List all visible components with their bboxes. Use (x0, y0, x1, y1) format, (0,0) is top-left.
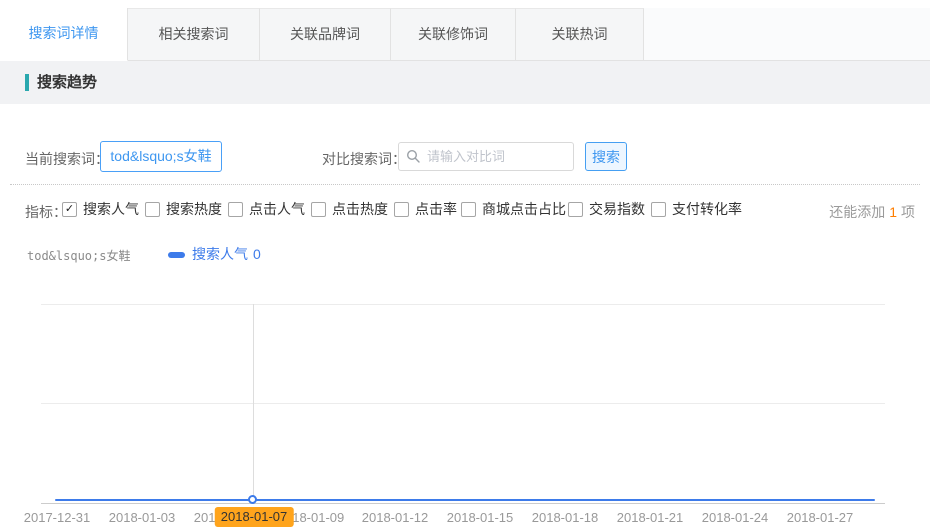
legend-keyword: tod&lsquo;s女鞋 (27, 247, 130, 264)
divider-dotted (10, 184, 920, 185)
tab-label: 关联品牌词 (290, 26, 360, 42)
legend-series-value: 0 (253, 246, 261, 262)
remaining-note: 还能添加1项 (829, 202, 915, 222)
metric-click-rate[interactable]: 点击率 (394, 200, 457, 218)
metric-click-heat[interactable]: 点击热度 (311, 200, 388, 218)
x-tick-label: 2018-01-18 (532, 510, 599, 525)
remaining-suffix: 项 (901, 204, 915, 220)
compare-keyword-label: 对比搜索词： (322, 149, 406, 169)
x-tick-label: 2017-12-31 (24, 510, 91, 525)
metric-search-popularity[interactable]: ✓ 搜索人气 (62, 200, 139, 218)
compare-search-field (398, 142, 574, 171)
search-icon (406, 149, 420, 163)
x-tick-label: 2018-01-03 (109, 510, 176, 525)
current-keyword-label: 当前搜索词： (25, 149, 109, 169)
legend-series-name: 搜索人气 (192, 244, 248, 264)
metrics-label: 指标： (25, 202, 67, 222)
checkbox-click-heat[interactable] (311, 202, 326, 217)
x-tick-label: 2018-01-15 (447, 510, 514, 525)
x-tick-label: 2018-01-21 (617, 510, 684, 525)
compare-search-input[interactable] (398, 142, 574, 171)
metric-transaction-index[interactable]: 交易指数 (568, 200, 645, 218)
tab-label: 搜索词详情 (29, 25, 99, 41)
remaining-count: 1 (889, 204, 897, 220)
tab-search-word-detail[interactable]: 搜索词详情 (0, 8, 128, 61)
tab-related-brand-words[interactable]: 关联品牌词 (260, 8, 391, 61)
metric-label: 搜索热度 (166, 199, 222, 219)
highlighted-data-point (248, 495, 257, 504)
x-tick-label: 2018-01-12 (362, 510, 429, 525)
tab-related-modifier-words[interactable]: 关联修饰词 (391, 8, 516, 61)
current-keyword-box[interactable]: tod&lsquo;s女鞋 (100, 141, 222, 172)
tab-related-hot-words[interactable]: 关联热词 (516, 8, 644, 61)
tab-related-search-words[interactable]: 相关搜索词 (128, 8, 260, 61)
x-tick-label: 2018-01-27 (787, 510, 854, 525)
checkbox-payment-conversion[interactable] (651, 202, 666, 217)
metric-label: 商城点击占比 (482, 199, 566, 219)
axis-pointer-line (253, 304, 254, 500)
checkbox-click-rate[interactable] (394, 202, 409, 217)
metric-payment-conversion[interactable]: 支付转化率 (651, 200, 742, 218)
series-line-search-popularity (55, 499, 875, 501)
metric-label: 点击人气 (249, 199, 305, 219)
axis-pointer-label: 2018-01-07 (215, 507, 294, 527)
legend-item-search-popularity[interactable]: 搜索人气 0 (168, 244, 261, 264)
metric-label: 搜索人气 (83, 199, 139, 219)
x-tick-label: 2018-01-24 (702, 510, 769, 525)
checkbox-search-heat[interactable] (145, 202, 160, 217)
metric-label: 支付转化率 (672, 199, 742, 219)
metric-label: 点击热度 (332, 199, 388, 219)
checkbox-mall-click-ratio[interactable] (461, 202, 476, 217)
metric-label: 点击率 (415, 199, 457, 219)
tab-label: 关联修饰词 (418, 26, 488, 42)
tab-bar-filler (644, 8, 930, 61)
tab-label: 相关搜索词 (159, 26, 229, 42)
checkbox-search-popularity[interactable]: ✓ (62, 202, 77, 217)
metric-click-popularity[interactable]: 点击人气 (228, 200, 305, 218)
gridline-middle (41, 403, 885, 404)
tab-bar: 搜索词详情 相关搜索词 关联品牌词 关联修饰词 关联热词 (0, 8, 930, 61)
search-word-analysis-page: 搜索词详情 相关搜索词 关联品牌词 关联修饰词 关联热词 搜索趋势 当前搜索词： tod… (0, 0, 930, 529)
section-title: 搜索趋势 (37, 61, 97, 104)
metric-search-heat[interactable]: 搜索热度 (145, 200, 222, 218)
x-axis-line (41, 503, 885, 504)
trend-chart[interactable]: 2017-12-312018-01-032018-01-062018-01-09… (0, 290, 930, 529)
gridline-top (41, 304, 885, 305)
metric-label: 交易指数 (589, 199, 645, 219)
tab-label: 关联热词 (552, 26, 608, 42)
checkbox-click-popularity[interactable] (228, 202, 243, 217)
checkbox-transaction-index[interactable] (568, 202, 583, 217)
remaining-prefix: 还能添加 (829, 204, 885, 220)
metric-mall-click-ratio[interactable]: 商城点击占比 (461, 200, 566, 218)
legend-marker (168, 252, 185, 258)
section-accent-bar (25, 74, 29, 91)
section-header: 搜索趋势 (0, 61, 930, 104)
search-button[interactable]: 搜索 (585, 142, 627, 171)
